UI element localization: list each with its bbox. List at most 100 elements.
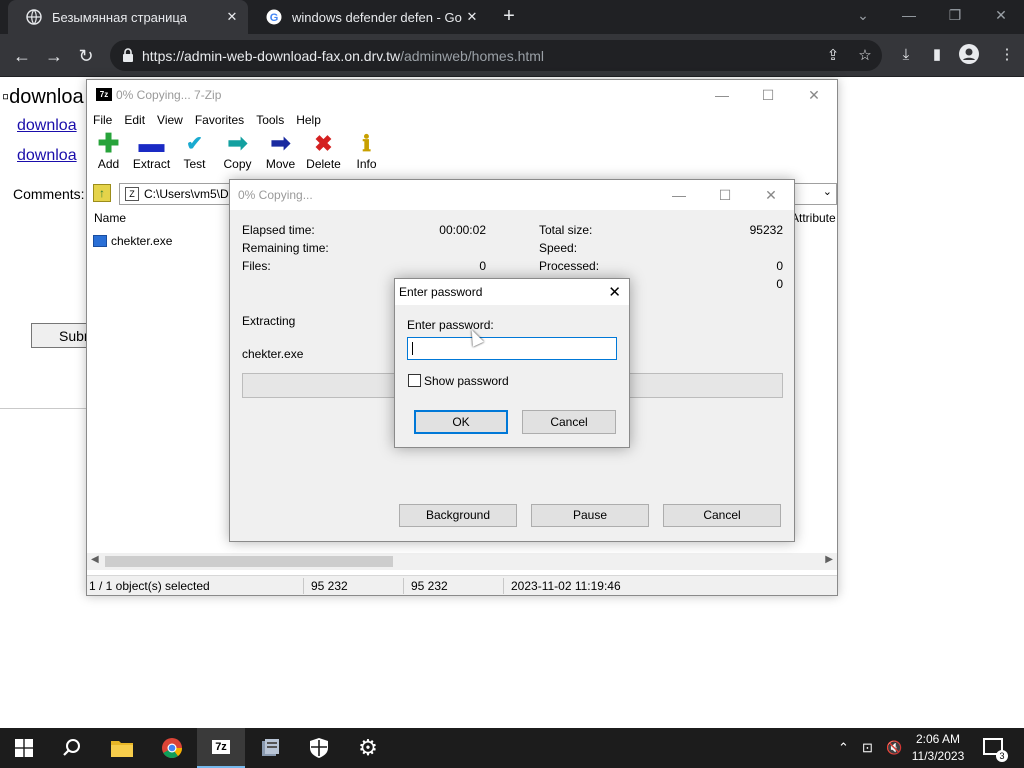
remaining-label: Remaining time: — [242, 241, 329, 255]
7zip-taskbar-icon[interactable]: 7z — [197, 728, 245, 768]
chevron-down-icon[interactable]: ⌄ — [823, 185, 832, 198]
ok-button[interactable]: OK — [414, 410, 508, 434]
menu-file[interactable]: File — [87, 110, 118, 130]
menu-bar: File Edit View Favorites Tools Help — [87, 110, 327, 130]
chrome-icon[interactable] — [148, 728, 196, 768]
clock-time: 2:06 AM — [915, 732, 961, 746]
tab-untitled-page[interactable]: Безымянная страница ✕ — [8, 0, 248, 34]
bookmark-star-icon[interactable]: ☆ — [856, 47, 874, 65]
path-text: C:\Users\vm5\De — [144, 187, 236, 201]
7zip-taskbar-label: 7z — [212, 740, 230, 754]
menu-view[interactable]: View — [151, 110, 189, 130]
file-explorer-icon[interactable] — [98, 728, 146, 768]
scroll-left-icon[interactable]: ◀ — [91, 554, 99, 565]
delete-x-icon: ✖ — [314, 130, 333, 156]
test-button[interactable]: ✔ Test — [173, 130, 216, 178]
close-tab-icon[interactable]: ✕ — [224, 9, 240, 25]
files-value: 0 — [479, 259, 486, 273]
menu-tools[interactable]: Tools — [250, 110, 290, 130]
download-link[interactable]: downloa — [17, 117, 77, 135]
pause-button[interactable]: Pause — [531, 504, 649, 527]
tab-title: Безымянная страница — [52, 9, 188, 25]
copying-title-bar[interactable]: 0% Copying... — ☐ ✕ — [230, 180, 794, 210]
scroll-right-icon[interactable]: ▶ — [825, 554, 833, 565]
speed-label: Speed: — [539, 241, 578, 255]
dialog-title: 0% Copying... — [238, 188, 313, 202]
maximize-icon[interactable]: ☐ — [702, 180, 748, 210]
url-text: https://admin-web-download-fax.on.drv.tw… — [142, 48, 544, 64]
add-button[interactable]: ✚ Add — [87, 128, 130, 178]
taskbar-clock[interactable]: 2:06 AM 11/3/2023 — [906, 731, 970, 765]
show-password-checkbox[interactable] — [408, 374, 421, 387]
close-window-icon[interactable]: ✕ — [978, 0, 1024, 30]
search-icon[interactable] — [48, 728, 96, 768]
address-bar[interactable]: https://admin-web-download-fax.on.drv.tw… — [110, 40, 882, 71]
chrome-tabstrip: Безымянная страница ✕ G windows defender… — [0, 0, 1024, 34]
elapsed-value: 00:00:02 — [439, 223, 486, 237]
menu-favorites[interactable]: Favorites — [189, 110, 250, 130]
reload-icon[interactable]: ↻ — [74, 44, 98, 68]
password-title-bar[interactable]: Enter password ✕ — [395, 279, 629, 305]
folder-up-icon[interactable]: ↑ — [93, 184, 111, 202]
restore-icon[interactable]: ❐ — [932, 0, 978, 30]
background-button[interactable]: Background — [399, 504, 517, 527]
profile-icon[interactable] — [958, 44, 980, 66]
password-input[interactable] — [407, 337, 617, 360]
archive-icon: Z — [125, 187, 139, 201]
back-icon[interactable]: ← — [10, 44, 34, 68]
volume-muted-icon[interactable]: 🔇 — [886, 740, 902, 756]
file-name: chekter.exe — [111, 234, 173, 248]
info-button[interactable]: ℹ Info — [345, 130, 388, 178]
tab-google-search[interactable]: G windows defender defen - Goog ✕ — [248, 0, 488, 34]
server-manager-icon[interactable] — [246, 728, 294, 768]
7zip-title-bar[interactable]: 7z 0% Copying... 7-Zip — ☐ ✕ — [87, 80, 837, 110]
cancel-button[interactable]: Cancel — [522, 410, 616, 434]
windows-security-icon[interactable] — [295, 728, 343, 768]
delete-button[interactable]: ✖ Delete — [302, 130, 345, 178]
status-packed: 95 232 — [411, 579, 448, 593]
minimize-icon[interactable]: — — [886, 0, 932, 30]
menu-edit[interactable]: Edit — [118, 110, 151, 130]
submit-button[interactable]: Submit — [31, 323, 91, 348]
forward-icon[interactable]: → — [42, 44, 66, 68]
chevron-down-icon[interactable]: ⌄ — [840, 0, 886, 30]
processed-label: Processed: — [539, 259, 600, 273]
copy-button[interactable]: ➡ Copy — [216, 130, 259, 178]
maximize-icon[interactable]: ☐ — [745, 80, 791, 110]
horizontal-scrollbar[interactable]: ◀ ▶ — [87, 553, 837, 570]
image-alt-text: downloa — [9, 86, 84, 108]
share-icon[interactable]: ⇪ — [824, 47, 842, 65]
column-header-name[interactable]: Name — [94, 211, 126, 225]
extract-button[interactable]: ▬ Extract — [130, 128, 173, 178]
download-link[interactable]: downloa — [17, 147, 77, 165]
close-window-icon[interactable]: ✕ — [791, 80, 837, 110]
minimize-icon[interactable]: — — [699, 80, 745, 110]
network-icon[interactable]: ⊡ — [862, 740, 873, 756]
extract-label: Extract — [132, 157, 171, 171]
url-path: /adminweb/homes.html — [400, 48, 545, 64]
menu-kebab-icon[interactable]: ⋮ — [996, 44, 1018, 66]
cancel-button[interactable]: Cancel — [663, 504, 781, 527]
password-label: Enter password: — [407, 318, 494, 332]
new-tab-icon[interactable]: + — [498, 5, 520, 27]
column-header-attributes[interactable]: Attribute — [791, 211, 836, 225]
chrome-toolbar: ← → ↻ https://admin-web-download-fax.on.… — [0, 34, 1024, 77]
move-button[interactable]: ➡ Move — [259, 130, 302, 178]
current-file: chekter.exe — [242, 347, 304, 361]
list-item[interactable]: chekter.exe — [93, 233, 172, 249]
close-tab-icon[interactable]: ✕ — [464, 9, 480, 25]
close-window-icon[interactable]: ✕ — [748, 180, 794, 210]
download-icon[interactable]: ⤓ — [895, 44, 917, 66]
windows-start-icon[interactable] — [0, 728, 48, 768]
show-password-label[interactable]: Show password — [424, 374, 509, 388]
close-icon[interactable]: ✕ — [608, 283, 621, 301]
chevron-up-icon[interactable]: ⌃ — [838, 740, 849, 756]
files-label: Files: — [242, 259, 271, 273]
side-panel-icon[interactable]: ▮ — [926, 44, 948, 66]
lock-icon — [122, 48, 134, 62]
settings-gear-icon[interactable]: ⚙ — [344, 728, 392, 768]
scrollbar-thumb[interactable] — [105, 556, 393, 567]
windows-taskbar: 7z ⚙ ⌃ ⊡ 🔇 2:06 AM 11/3/2023 3 — [0, 728, 1024, 768]
minimize-icon[interactable]: — — [656, 180, 702, 210]
menu-help[interactable]: Help — [290, 110, 327, 130]
